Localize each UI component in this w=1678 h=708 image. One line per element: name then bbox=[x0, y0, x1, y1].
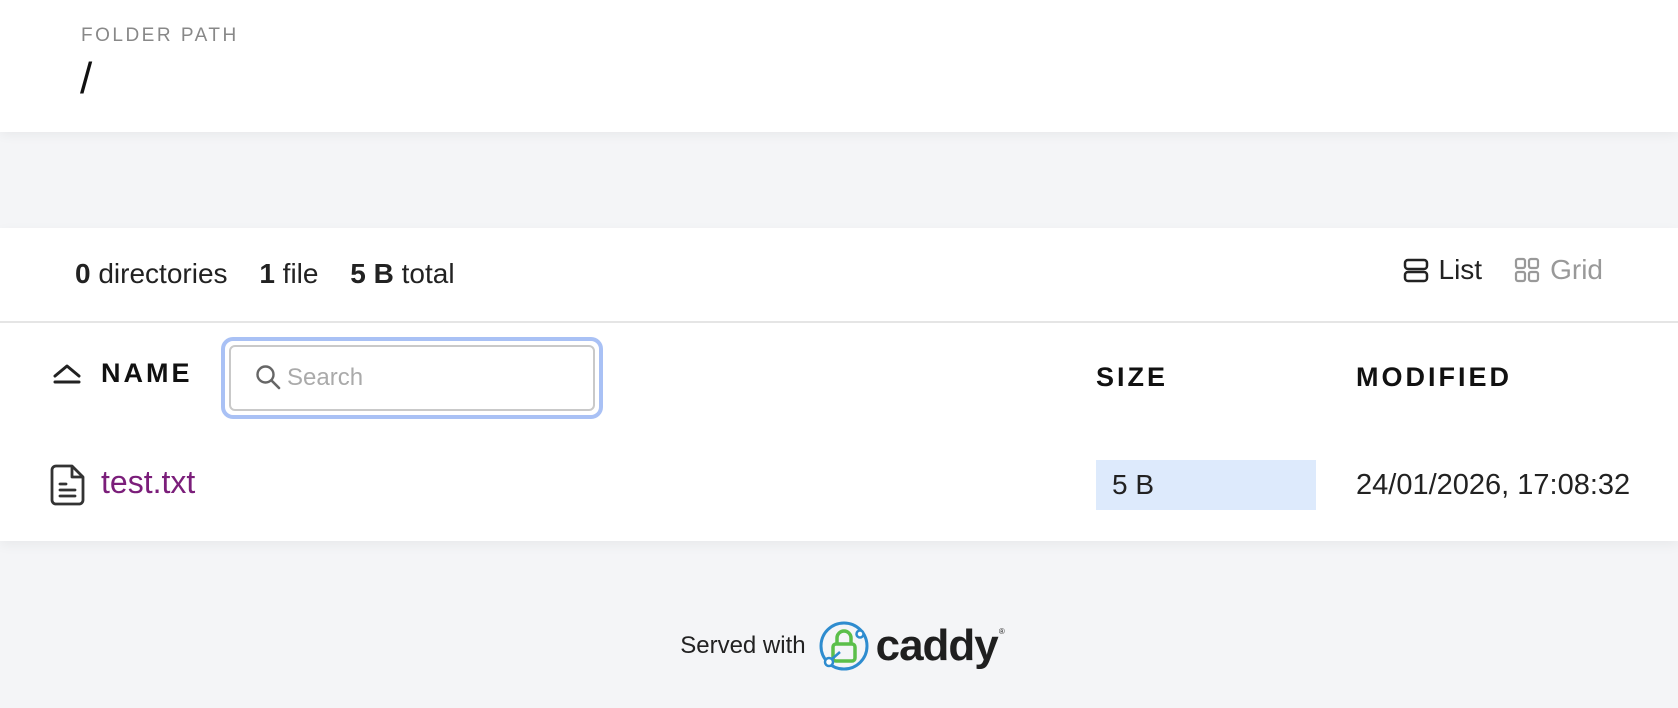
grid-icon bbox=[1514, 257, 1540, 283]
dirs-label: directories bbox=[98, 258, 228, 289]
search-box bbox=[221, 337, 603, 419]
column-header-modified[interactable]: MODIFIED bbox=[1356, 362, 1512, 393]
footer: Served with caddy ® bbox=[0, 620, 1678, 672]
total-size: 5 B bbox=[350, 258, 394, 289]
dirs-count: 0 bbox=[75, 258, 91, 289]
caddy-lock-icon bbox=[819, 621, 869, 671]
view-toggle: List Grid bbox=[1403, 254, 1603, 286]
listing-summary: 0 directories 1 file 5 B total bbox=[75, 258, 479, 290]
caddy-logo-link[interactable]: caddy ® bbox=[818, 620, 1005, 672]
file-link[interactable]: test.txt bbox=[101, 464, 195, 501]
folder-header: FOLDER PATH / bbox=[0, 0, 1678, 132]
file-modified: 24/01/2026, 17:08:32 bbox=[1356, 469, 1631, 501]
total-label: total bbox=[401, 258, 455, 289]
caddy-wordmark: caddy ® bbox=[875, 621, 1005, 671]
files-summary: 1 file bbox=[259, 258, 318, 289]
search-input[interactable] bbox=[285, 353, 575, 403]
folder-path: / bbox=[80, 54, 93, 103]
list-view-label: List bbox=[1438, 254, 1483, 285]
search-field bbox=[229, 345, 595, 411]
grid-view-label: Grid bbox=[1550, 254, 1603, 285]
listing-panel: 0 directories 1 file 5 B total List Grid… bbox=[0, 228, 1678, 541]
list-view-button[interactable]: List bbox=[1403, 254, 1483, 286]
served-with-text: Served with bbox=[680, 632, 806, 659]
files-label: file bbox=[282, 258, 319, 289]
column-header-size[interactable]: SIZE bbox=[1096, 362, 1168, 393]
divider bbox=[0, 321, 1678, 323]
sort-ascending-icon[interactable] bbox=[52, 363, 82, 385]
column-header-name[interactable]: NAME bbox=[101, 358, 193, 389]
list-icon bbox=[1403, 258, 1428, 283]
registered-mark: ® bbox=[998, 627, 1005, 636]
grid-view-button[interactable]: Grid bbox=[1514, 254, 1603, 286]
caddy-brand-text: caddy bbox=[875, 621, 999, 670]
total-summary: 5 B total bbox=[350, 258, 454, 289]
file-text-icon bbox=[50, 464, 85, 506]
files-count: 1 bbox=[259, 258, 275, 289]
search-icon bbox=[256, 365, 281, 390]
file-size: 5 B bbox=[1096, 460, 1316, 510]
folder-path-label: FOLDER PATH bbox=[81, 25, 239, 46]
dirs-summary: 0 directories bbox=[75, 258, 228, 289]
